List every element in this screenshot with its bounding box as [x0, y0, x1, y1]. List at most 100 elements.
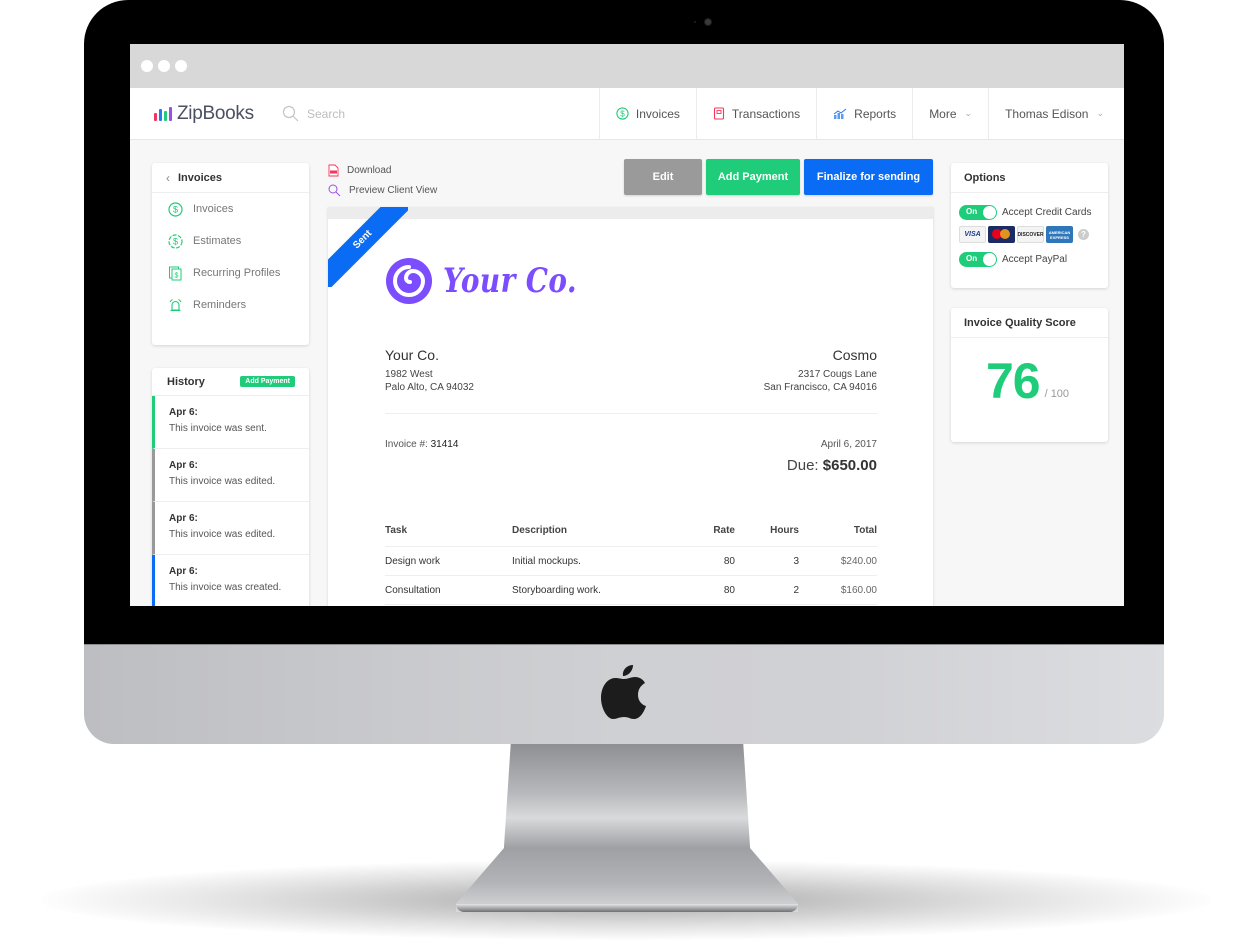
- sidebar-item-recurring-profiles[interactable]: $ Recurring Profiles: [152, 257, 309, 289]
- help-icon[interactable]: ?: [1078, 229, 1089, 240]
- download-link[interactable]: Download: [328, 160, 437, 180]
- history-date: Apr 6:: [169, 513, 198, 524]
- back-to-invoices[interactable]: ‹ Invoices: [152, 163, 309, 193]
- client-name: Cosmo: [832, 347, 877, 363]
- discover-card-icon: DISCOVER: [1017, 226, 1044, 243]
- invoice-top-strip: [328, 207, 933, 219]
- sidebar-item-label: Reminders: [193, 299, 247, 311]
- cell-rate: 80: [682, 546, 735, 576]
- nav-invoices[interactable]: $ Invoices: [598, 88, 696, 139]
- nav-transactions[interactable]: Transactions: [695, 88, 816, 139]
- history-text: This invoice was created.: [169, 582, 282, 593]
- window-minimize-button[interactable]: [158, 60, 170, 72]
- history-add-payment-button[interactable]: Add Payment: [240, 376, 295, 387]
- history-item: Apr 6: This invoice was created.: [152, 555, 309, 606]
- cell-hours: 3: [735, 546, 799, 576]
- table-row: Consultation Storyboarding work. 80 2 $1…: [385, 575, 877, 605]
- nav-more-dropdown[interactable]: More ⌄: [912, 88, 988, 139]
- card-brands: VISA DISCOVER AMERICAN EXPRESS ?: [951, 226, 1108, 243]
- main-content: ‹ Invoices $ Invoices $ Estimates $ Recu…: [130, 140, 1124, 606]
- user-name: Thomas Edison: [1005, 106, 1089, 121]
- visa-card-icon: VISA: [959, 226, 986, 243]
- sender-name: Your Co.: [385, 347, 439, 363]
- sender-line2: Palo Alto, CA 94032: [385, 382, 474, 393]
- svg-text:$: $: [620, 109, 625, 118]
- nav-invoices-label: Invoices: [635, 106, 680, 121]
- history-date: Apr 6:: [169, 407, 198, 418]
- swirl-logo-icon: [386, 258, 432, 304]
- sidebar-item-invoices[interactable]: $ Invoices: [152, 193, 309, 225]
- recurring-docs-icon: $: [167, 265, 183, 281]
- mastercard-card-icon: [988, 226, 1015, 243]
- invoice-number-label: Invoice #:: [385, 439, 428, 450]
- sidebar-item-reminders[interactable]: Reminders: [152, 289, 309, 321]
- apple-logo-icon: [601, 665, 646, 719]
- history-item: Apr 6: This invoice was edited.: [152, 449, 309, 502]
- credit-cards-toggle[interactable]: On: [959, 204, 997, 220]
- quality-title: Invoice Quality Score: [951, 308, 1108, 338]
- finalize-for-sending-button[interactable]: Finalize for sending: [804, 159, 933, 195]
- history-date: Apr 6:: [169, 566, 198, 577]
- table-row: Design work Initial mockups. 80 3 $240.0…: [385, 546, 877, 576]
- column-header-rate: Rate: [682, 521, 735, 547]
- score-max: / 100: [1044, 388, 1070, 400]
- cell-hours: 2: [735, 575, 799, 605]
- alarm-bell-icon: [167, 297, 183, 313]
- nav-reports[interactable]: Reports: [816, 88, 912, 139]
- chart-icon: [833, 108, 847, 119]
- history-list: Apr 6: This invoice was sent. Apr 6: Thi…: [152, 396, 309, 606]
- magnifier-icon: [328, 184, 341, 196]
- due-label: Due:: [786, 457, 819, 474]
- search-bar: [282, 88, 599, 139]
- svg-text:$: $: [172, 204, 177, 214]
- window-close-button[interactable]: [141, 60, 153, 72]
- svg-text:$: $: [172, 236, 177, 246]
- history-text: This invoice was edited.: [169, 476, 276, 487]
- screen: ZipBooks $ Invoices Transactions: [130, 44, 1124, 606]
- column-header-description: Description: [512, 521, 682, 547]
- dollar-circle-icon: $: [167, 201, 183, 217]
- sender-line1: 1982 West: [385, 369, 433, 380]
- history-item: Apr 6: This invoice was edited.: [152, 502, 309, 555]
- amex-card-icon: AMERICAN EXPRESS: [1046, 226, 1073, 243]
- nav-reports-label: Reports: [854, 106, 897, 121]
- user-menu-dropdown[interactable]: Thomas Edison ⌄: [988, 88, 1124, 139]
- client-line2: San Francisco, CA 94016: [763, 382, 877, 393]
- edit-button[interactable]: Edit: [624, 159, 702, 195]
- browser-chrome: [130, 44, 1124, 88]
- table-header-row: Task Description Rate Hours Total: [385, 521, 877, 547]
- dollar-dashed-circle-icon: $: [167, 233, 183, 249]
- notebook-icon: [713, 107, 724, 120]
- search-input[interactable]: [307, 106, 507, 121]
- paypal-label: Accept PayPal: [1002, 253, 1068, 265]
- invoice-document: Sent Your Co. Your Co. 1982 West Palo Al…: [328, 207, 933, 606]
- sidebar-item-estimates[interactable]: $ Estimates: [152, 225, 309, 257]
- chevron-down-icon: ⌄: [1096, 108, 1104, 118]
- brand-logo[interactable]: ZipBooks: [130, 88, 280, 139]
- window-maximize-button[interactable]: [175, 60, 187, 72]
- score-value: 76: [985, 353, 1041, 409]
- history-panel: History Add Payment Apr 6: This invoice …: [152, 368, 309, 606]
- preview-client-view-link[interactable]: Preview Client View: [328, 180, 437, 200]
- invoices-subnav: ‹ Invoices $ Invoices $ Estimates $ Recu…: [152, 163, 309, 345]
- sender-address: Your Co. 1982 West Palo Alto, CA 94032: [385, 347, 474, 394]
- toggle-knob: [983, 252, 996, 266]
- nav-more-label: More: [929, 106, 957, 121]
- add-payment-button[interactable]: Add Payment: [706, 159, 800, 195]
- toggle-knob: [983, 205, 996, 219]
- invoice-number: Invoice #: 31414: [385, 439, 458, 450]
- client-address: Cosmo 2317 Cougs Lane San Francisco, CA …: [764, 347, 877, 394]
- divider: [385, 413, 877, 414]
- accept-credit-cards-option: On Accept Credit Cards: [951, 204, 1108, 220]
- cell-task: Consultation: [385, 575, 512, 605]
- due-amount: $650.00: [822, 457, 877, 474]
- invoice-actions: Download Preview Client View: [328, 160, 437, 200]
- column-header-hours: Hours: [735, 521, 799, 547]
- cell-task: Design work: [385, 546, 512, 576]
- invoice-due: Due: $650.00: [787, 457, 877, 474]
- credit-cards-label: Accept Credit Cards: [1002, 206, 1092, 218]
- paypal-toggle[interactable]: On: [959, 251, 997, 267]
- cell-rate: 80: [682, 575, 735, 605]
- search-icon: [282, 105, 299, 122]
- line-items-table: Task Description Rate Hours Total Design…: [385, 521, 877, 605]
